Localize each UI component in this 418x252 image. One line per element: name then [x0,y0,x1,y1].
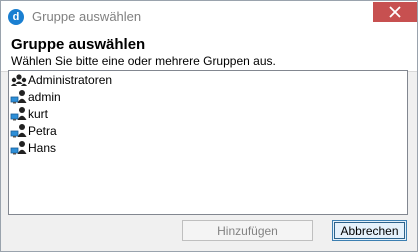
list-item-petra[interactable]: Petra [9,123,407,140]
close-icon [389,6,401,18]
list-item-kurt[interactable]: kurt [9,106,407,123]
list-item-administratoren[interactable]: Administratoren [9,72,407,89]
list-item-label: Administratoren [28,73,113,87]
group-list[interactable]: Administratoren admin kurt Petra Hans [8,70,408,215]
list-item-hans[interactable]: Hans [9,140,407,157]
user-computer-icon [10,140,28,157]
dialog-heading: Gruppe auswählen [11,36,146,53]
cancel-button-label: Abbrechen [334,222,405,239]
cancel-button[interactable]: Abbrechen [332,220,407,241]
user-computer-icon [10,123,28,140]
list-item-label: kurt [28,107,49,121]
dialog-instructions: Wählen Sie bitte eine oder mehrere Grupp… [11,54,276,68]
list-item-label: Hans [28,141,57,155]
dialog-header: Gruppe auswählen Wählen Sie bitte eine o… [1,32,417,72]
add-button[interactable]: Hinzufügen [182,220,313,241]
group-icon [10,72,28,89]
list-item-admin[interactable]: admin [9,89,407,106]
user-computer-icon [10,89,28,106]
list-item-label: Petra [28,124,57,138]
list-item-label: admin [28,90,61,104]
app-icon: d [8,9,24,25]
window-title: Gruppe auswählen [32,9,142,24]
dialog-window: d Gruppe auswählen Gruppe auswählen Wähl… [0,0,418,252]
close-button[interactable] [373,2,417,22]
user-computer-icon [10,106,28,123]
title-bar[interactable]: d Gruppe auswählen [1,1,417,32]
